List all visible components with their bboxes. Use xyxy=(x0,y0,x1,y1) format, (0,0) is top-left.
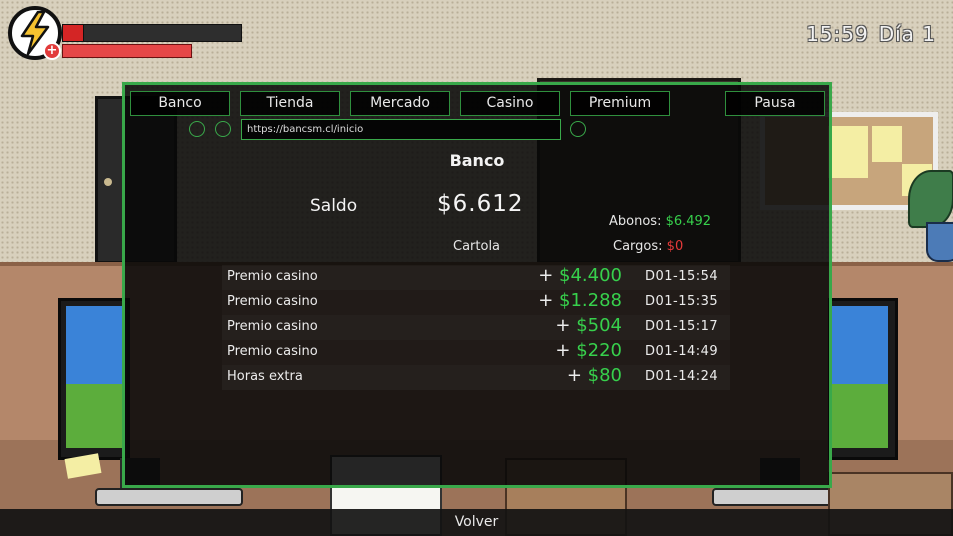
transaction-value: $220 xyxy=(576,340,622,361)
transaction-row: Premio casino + $220 D01-14:49 xyxy=(222,340,730,365)
transaction-description: Horas extra xyxy=(227,369,303,384)
transaction-sign: + xyxy=(555,315,571,336)
plant-leaves xyxy=(908,170,953,228)
game-clock: 15:59 Día 1 xyxy=(806,22,936,46)
transaction-value: $4.400 xyxy=(559,265,622,286)
left-monitor-screen xyxy=(66,306,124,448)
plant-pot xyxy=(926,222,953,262)
balance-value: $6.612 xyxy=(437,191,524,217)
transaction-time: D01-14:24 xyxy=(645,369,719,384)
transaction-row: Premio casino + $1.288 D01-15:35 xyxy=(222,290,730,315)
balance-label: Saldo xyxy=(310,196,358,216)
transaction-description: Premio casino xyxy=(227,344,318,359)
charges-summary: Cargos: $0 xyxy=(613,239,683,254)
forward-nav-button[interactable] xyxy=(215,121,231,137)
transaction-amount: + $80 xyxy=(567,365,622,386)
transaction-time: D01-15:17 xyxy=(645,319,719,334)
browser-window: Banco Tienda Mercado Casino Premium Paus… xyxy=(122,82,832,488)
transaction-description: Premio casino xyxy=(227,269,318,284)
day-display: Día 1 xyxy=(878,22,936,46)
transaction-row: Premio casino + $4.400 D01-15:54 xyxy=(222,265,730,290)
transaction-sign: + xyxy=(538,290,554,311)
tab-mercado[interactable]: Mercado xyxy=(350,91,450,116)
tab-tienda[interactable]: Tienda xyxy=(240,91,340,116)
transaction-row: Premio casino + $504 D01-15:17 xyxy=(222,315,730,340)
transaction-sign: + xyxy=(566,365,582,386)
energy-bar-fill xyxy=(63,25,85,41)
transaction-time: D01-15:35 xyxy=(645,294,719,309)
transaction-row: Horas extra + $80 D01-14:24 xyxy=(222,365,730,390)
transaction-description: Premio casino xyxy=(227,294,318,309)
credits-label: Abonos: xyxy=(609,214,662,229)
transaction-amount: + $1.288 xyxy=(538,290,622,311)
credits-value: $6.492 xyxy=(665,214,712,229)
door-knob xyxy=(104,178,112,186)
credits-summary: Abonos: $6.492 xyxy=(609,214,711,229)
transaction-value: $80 xyxy=(587,365,622,386)
back-nav-button[interactable] xyxy=(189,121,205,137)
transaction-sign: + xyxy=(555,340,571,361)
charges-label: Cargos: xyxy=(613,239,663,254)
transaction-value: $504 xyxy=(576,315,622,336)
tab-banco[interactable]: Banco xyxy=(130,91,230,116)
go-button[interactable] xyxy=(570,121,586,137)
transaction-description: Premio casino xyxy=(227,319,318,334)
tab-casino[interactable]: Casino xyxy=(460,91,560,116)
energy-bar xyxy=(62,24,242,42)
page-title: Banco xyxy=(449,151,505,170)
back-button[interactable]: Volver xyxy=(0,514,953,530)
transaction-amount: + $4.400 xyxy=(538,265,622,286)
transaction-time: D01-14:49 xyxy=(645,344,719,359)
transaction-amount: + $220 xyxy=(555,340,622,361)
statement-link[interactable]: Cartola xyxy=(453,239,500,254)
transaction-sign: + xyxy=(538,265,554,286)
url-bar[interactable]: https://bancsm.cl/inicio xyxy=(241,119,561,140)
health-bar xyxy=(62,44,192,58)
tab-premium[interactable]: Premium xyxy=(570,91,670,116)
bottom-bar: Volver xyxy=(0,509,953,536)
transaction-value: $1.288 xyxy=(559,290,622,311)
time-display: 15:59 xyxy=(806,22,869,46)
sticky-note xyxy=(828,126,868,178)
right-monitor-screen xyxy=(832,306,888,448)
transaction-amount: + $504 xyxy=(555,315,622,336)
pause-button[interactable]: Pausa xyxy=(725,91,825,116)
health-bar-fill xyxy=(63,45,191,57)
sticky-note xyxy=(872,126,902,162)
red-cross-icon: + xyxy=(43,42,61,60)
transaction-time: D01-15:54 xyxy=(645,269,719,284)
left-monitor-base xyxy=(95,488,243,506)
transaction-list: Premio casino + $4.400 D01-15:54 Premio … xyxy=(222,265,730,390)
charges-value: $0 xyxy=(666,239,684,254)
